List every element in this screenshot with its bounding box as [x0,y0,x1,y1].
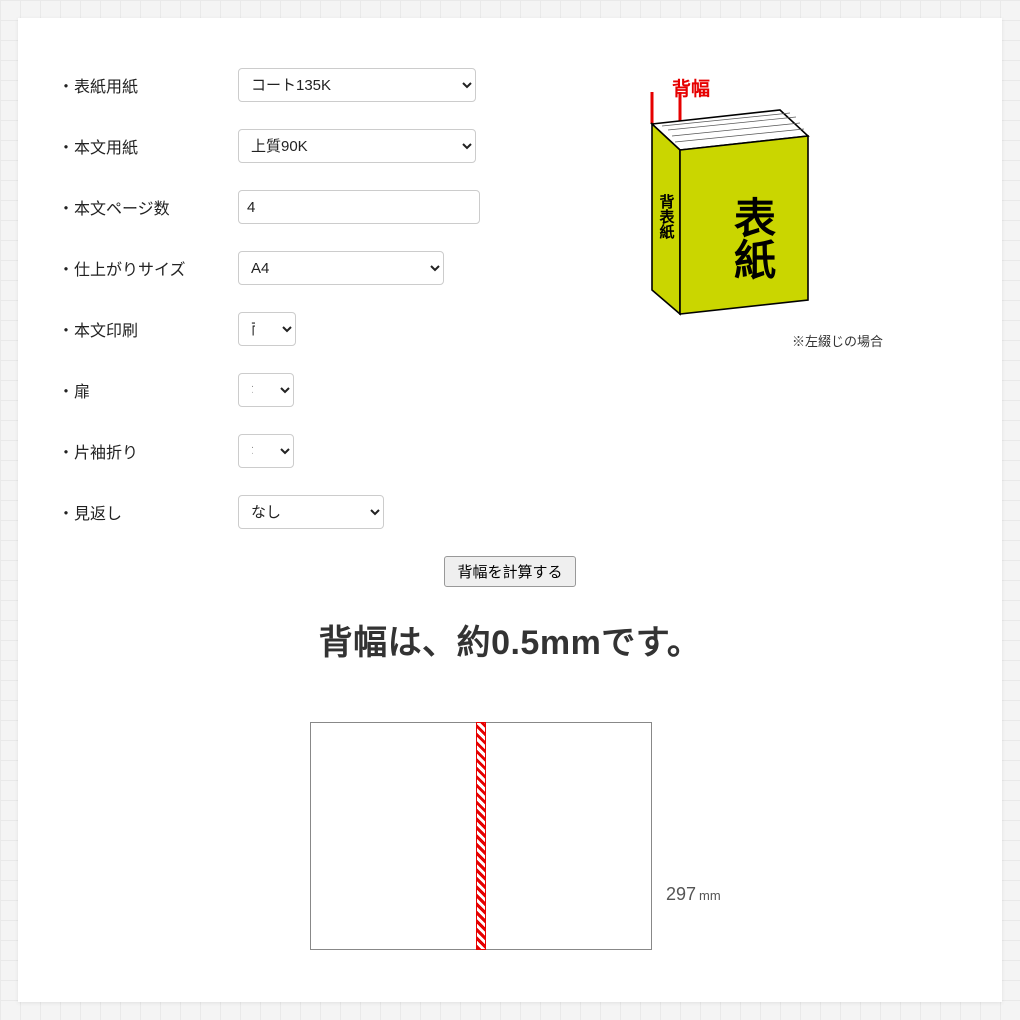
front-cover-text: 表紙 [729,196,776,280]
label-katasode: ・片袖折り [58,439,238,463]
cover-spread-diagram: ここ 210mm 210mm 297mm [310,722,710,950]
label-tobira: ・扉 [58,378,238,402]
input-page-count[interactable] [238,190,480,224]
back-cover-text: 背表紙 [658,193,675,240]
label-body-paper: ・本文用紙 [58,134,238,158]
spread-front-cover [486,722,652,950]
spine-width-label: 背幅 [672,74,710,101]
label-body-print: ・本文印刷 [58,317,238,341]
book-illustration: 背幅 背表紙 表紙 ※左綴じの場合 [612,86,892,331]
label-mikaeshi: ・見返し [58,500,238,524]
select-tobira[interactable]: なし [238,373,294,407]
select-body-print[interactable]: 両面 [238,312,296,346]
label-cover-paper: ・表紙用紙 [58,73,238,97]
select-mikaeshi[interactable]: なし [238,495,384,529]
spread-spine [476,722,486,950]
label-page-count: ・本文ページ数 [58,195,238,219]
binding-note: ※左綴じの場合 [792,331,883,350]
select-cover-paper[interactable]: コート135K [238,68,476,102]
select-finish-size[interactable]: A4 [238,251,444,285]
select-katasode[interactable]: なし [238,434,294,468]
select-body-paper[interactable]: 上質90K [238,129,476,163]
book-svg: 背表紙 表紙 [612,86,832,326]
result-text: 背幅は、約0.5mmです。 [58,615,962,664]
calculate-button[interactable]: 背幅を計算する [444,556,575,587]
label-finish-size: ・仕上がりサイズ [58,256,238,280]
spread-back-cover [310,722,476,950]
